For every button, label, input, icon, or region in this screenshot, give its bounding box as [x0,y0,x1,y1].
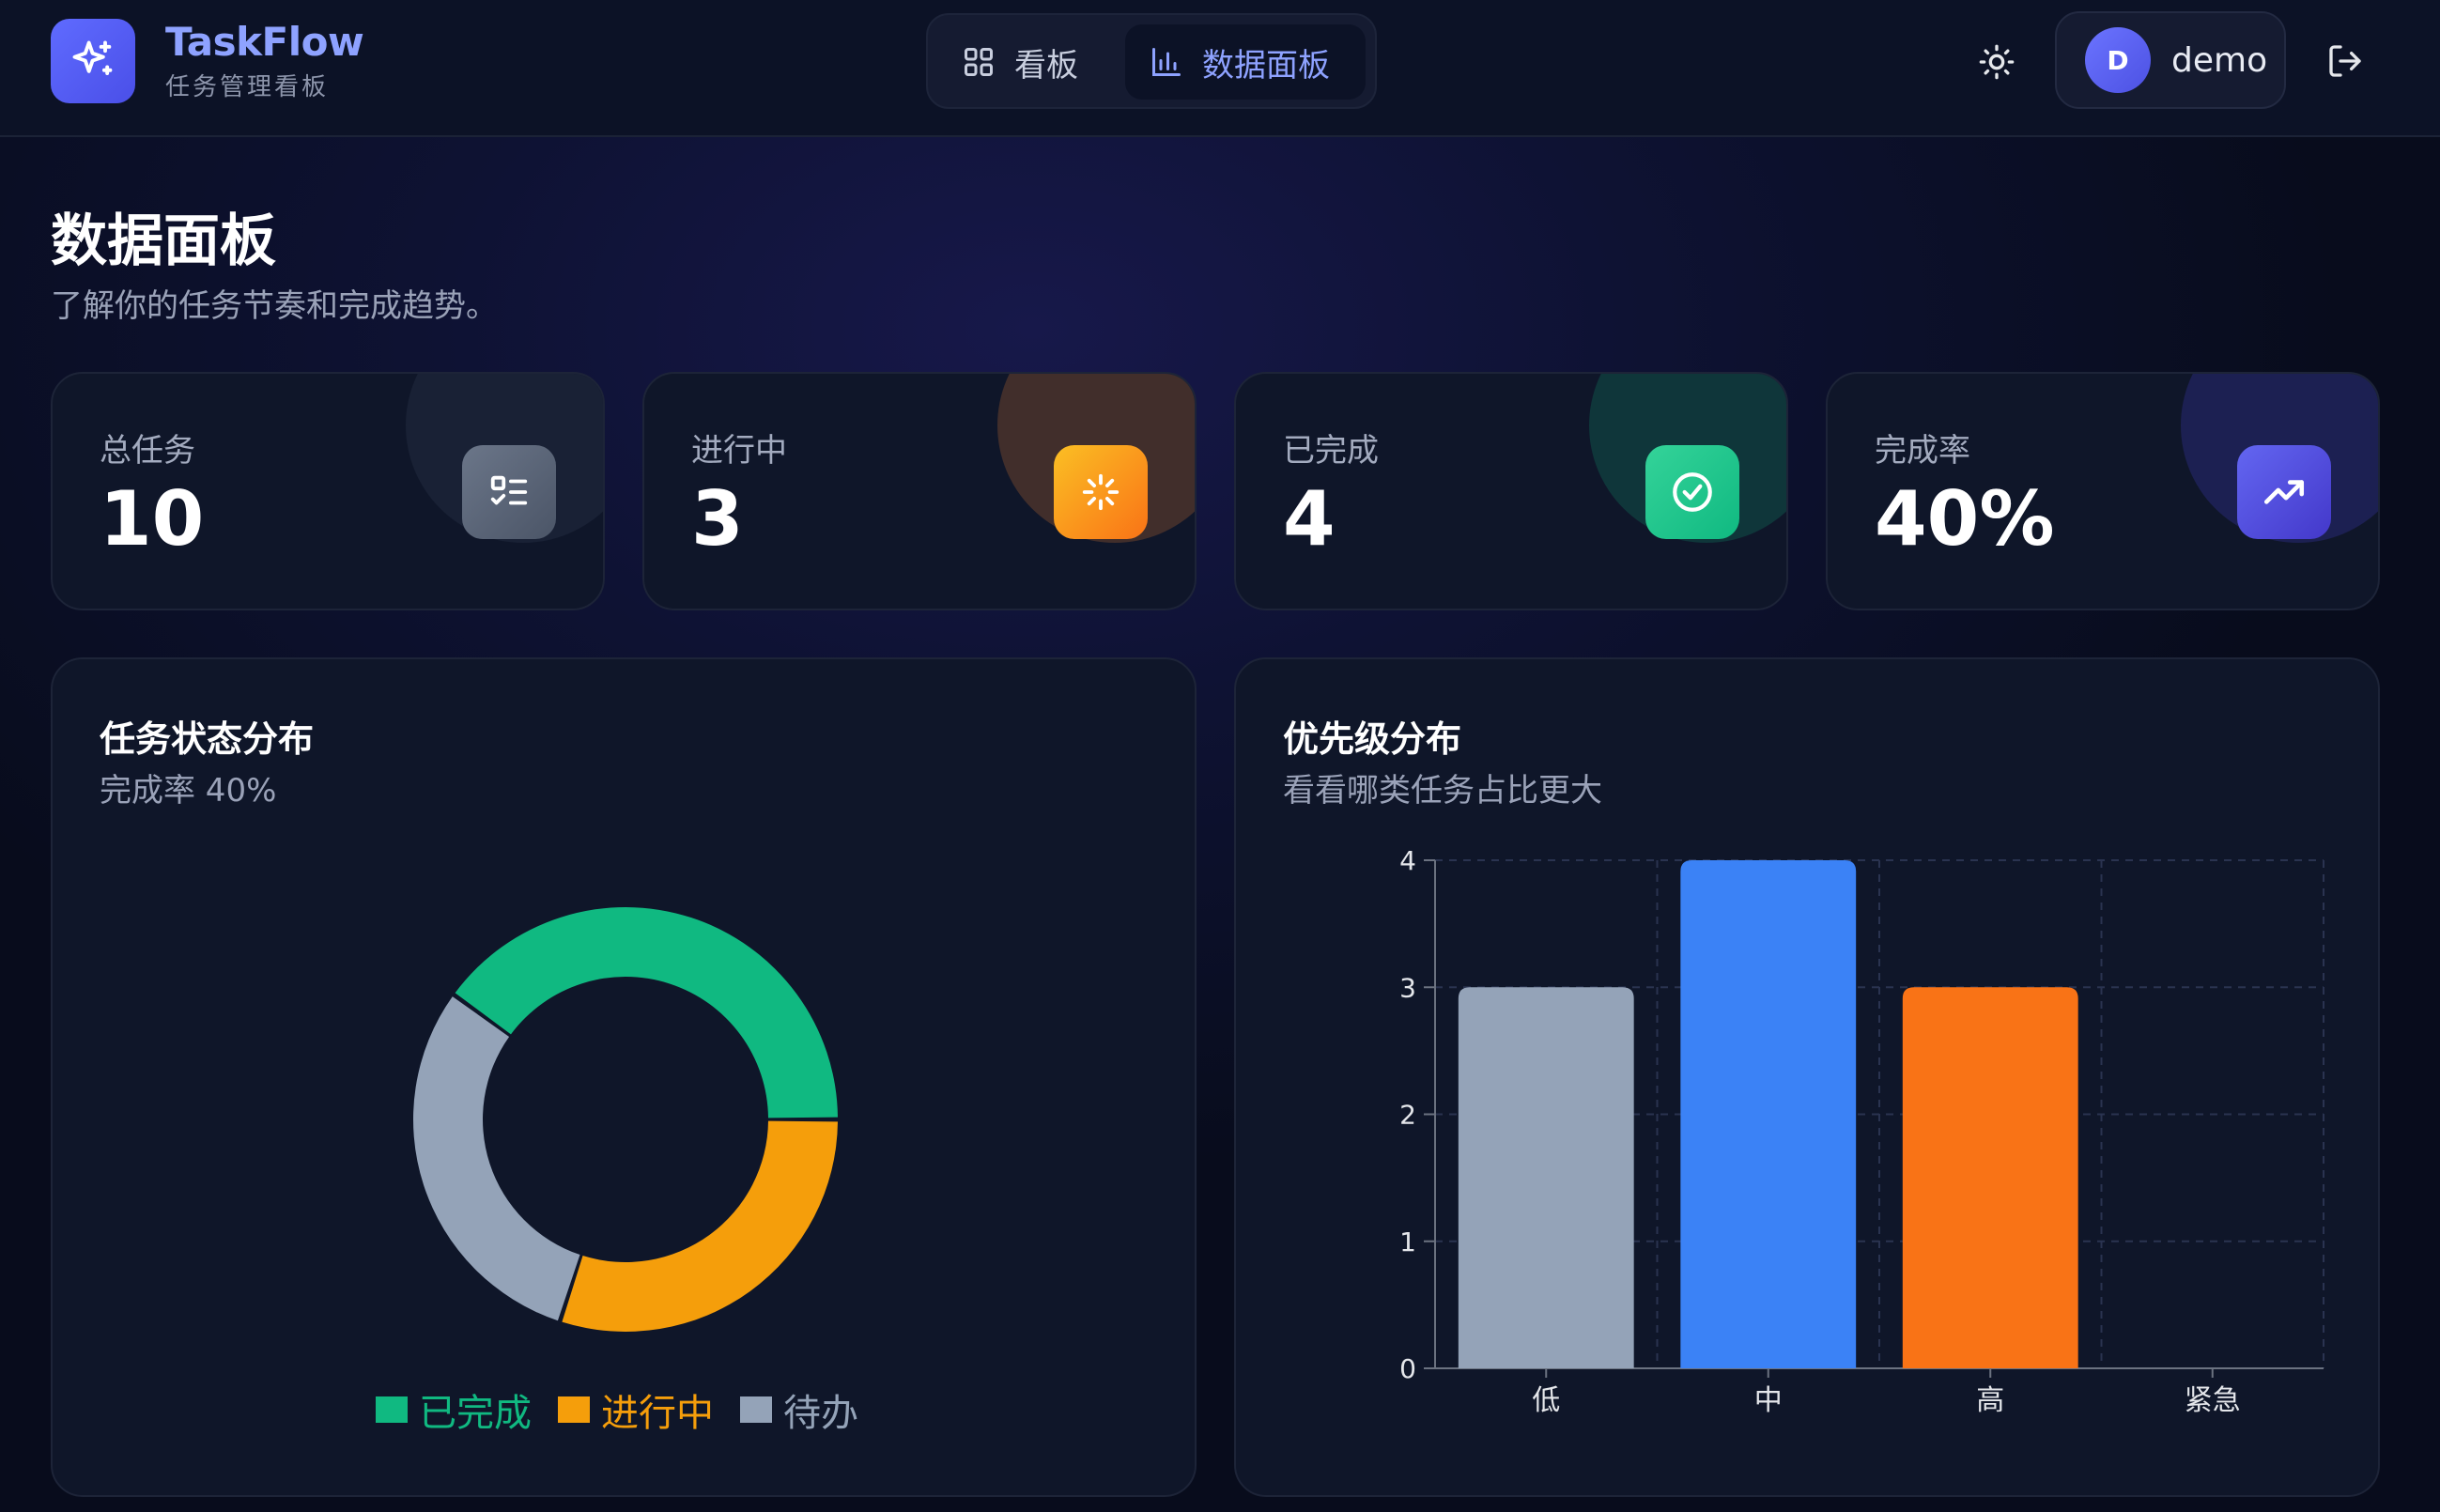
stat-value: 4 [1283,475,1336,563]
stat-card-completion-rate: 完成率 40% [1826,372,2380,610]
page-subtitle: 了解你的任务节奏和完成趋势。 [51,287,498,325]
legend-label: 待办 [783,1392,858,1435]
legend-item[interactable]: 进行中 [558,1382,714,1437]
stat-label: 完成率 [1875,432,1970,470]
stat-value: 3 [691,475,744,563]
y-tick-label: 4 [1399,845,1416,876]
legend-item[interactable]: 待办 [740,1382,858,1437]
legend-item[interactable]: 已完成 [376,1382,532,1437]
app-name: TaskFlow [165,19,364,65]
x-tick-label: 中 [1754,1384,1783,1417]
stat-value: 40% [1875,475,2055,563]
sun-icon [1979,44,2015,80]
trending-up-icon [2237,445,2331,539]
stat-label: 总任务 [100,432,195,470]
tab-board[interactable]: 看板 [937,24,1123,100]
page-title: 数据面板 [51,208,276,274]
legend-label: 进行中 [601,1392,714,1435]
logo-sparkle-icon [51,19,135,103]
bar-chart-icon [1152,48,1181,76]
y-tick-label: 1 [1399,1227,1416,1257]
priority-distribution-panel: 优先级分布 看看哪类任务占比更大 0 1 2 3 4 低中高紧急 [1234,657,2380,1497]
bar[interactable] [1680,860,1857,1368]
top-bar: TaskFlow 任务管理看板 看板 数据面板 D demo [0,0,2440,137]
stat-label: 进行中 [691,432,787,470]
x-tick-label: 低 [1532,1384,1560,1417]
logout-icon [2329,45,2361,77]
avatar: D [2085,27,2151,93]
y-tick-label: 2 [1399,1100,1416,1131]
tab-dashboard[interactable]: 数据面板 [1125,24,1366,100]
donut-slice-1[interactable] [562,1120,838,1332]
checklist-icon [462,445,556,539]
donut-slice-2[interactable] [412,996,580,1321]
stat-card-in-progress: 进行中 3 [642,372,1197,610]
tab-dashboard-label: 数据面板 [1202,46,1330,85]
grid-icon [965,48,993,76]
donut-legend: 已完成 进行中 待办 [376,1382,885,1437]
legend-swatch [376,1396,408,1423]
stat-value: 10 [100,475,205,563]
priority-bar-chart: 0 1 2 3 4 低 中 高 紧急 [1399,845,2324,1417]
x-tick-label: 紧急 [2185,1384,2241,1417]
legend-label: 已完成 [419,1392,532,1435]
legend-swatch [740,1396,772,1423]
status-distribution-panel: 任务状态分布 完成率 40% 已完成 进行中 待办 [51,657,1197,1497]
app-subtitle: 任务管理看板 [165,73,330,101]
logout-button[interactable] [2322,38,2369,85]
y-tick-label: 3 [1399,972,1416,1003]
view-switcher: 看板 数据面板 [926,13,1377,109]
bar[interactable] [1458,987,1634,1368]
legend-swatch [558,1396,590,1423]
y-tick-label: 0 [1399,1353,1416,1384]
stat-card-total: 总任务 10 [51,372,605,610]
donut-slice-0[interactable] [455,907,838,1119]
bar[interactable] [1902,987,2078,1368]
loader-icon [1054,445,1148,539]
tab-board-label: 看板 [1014,46,1078,85]
theme-toggle-button[interactable] [1972,38,2021,86]
x-tick-label: 高 [1976,1384,2004,1417]
status-donut-chart [412,907,838,1332]
stat-card-completed: 已完成 4 [1234,372,1788,610]
user-menu-button[interactable]: D demo [2055,11,2286,109]
check-circle-icon [1645,445,1739,539]
username: demo [2171,40,2268,80]
stat-label: 已完成 [1283,432,1379,470]
